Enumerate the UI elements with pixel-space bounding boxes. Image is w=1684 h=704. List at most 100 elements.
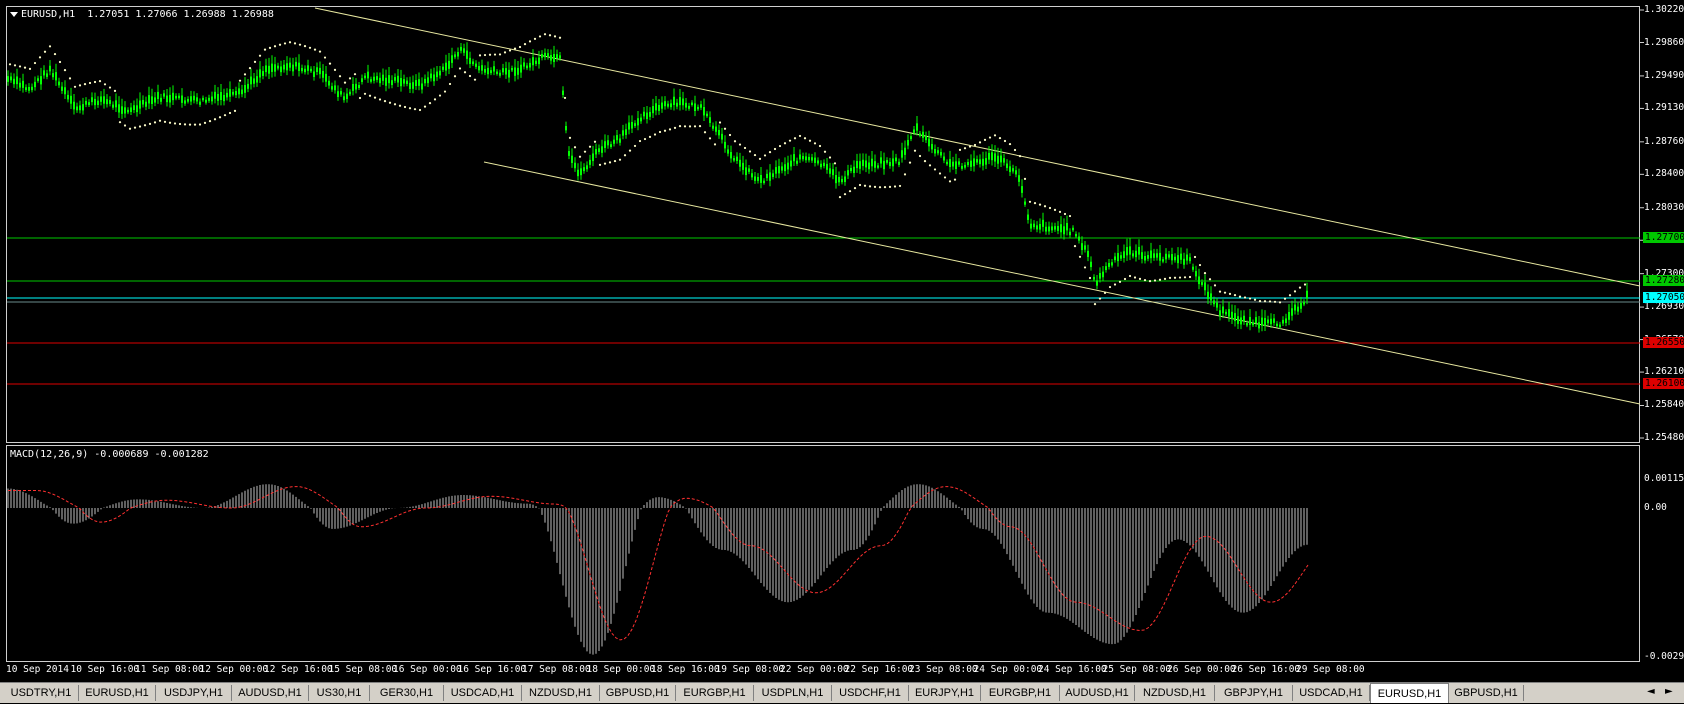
symbol-tab[interactable]: AUDUSD,H1 bbox=[232, 685, 309, 701]
candle-body bbox=[487, 67, 489, 75]
candle-body bbox=[1015, 170, 1017, 175]
candle-body bbox=[355, 83, 357, 90]
candle-body bbox=[295, 61, 297, 67]
candle-body bbox=[1171, 254, 1173, 261]
sar-dot bbox=[1203, 271, 1207, 275]
symbol-tab[interactable]: USDJPY,H1 bbox=[156, 685, 232, 701]
candle-body bbox=[400, 78, 402, 87]
tab-scroll-right-icon[interactable]: ► bbox=[1665, 686, 1673, 697]
sar-dot bbox=[743, 146, 747, 150]
candle-body bbox=[79, 105, 81, 111]
candle-body bbox=[1240, 317, 1242, 325]
sar-dot bbox=[998, 136, 1002, 140]
time-axis-label: 16 Sep 16:00 bbox=[457, 664, 527, 675]
symbol-tab[interactable]: US30,H1 bbox=[309, 685, 370, 701]
time-axis-label: 23 Sep 08:00 bbox=[909, 664, 978, 675]
candle-body bbox=[967, 162, 969, 166]
sar-dot bbox=[1133, 276, 1137, 279]
sar-dot bbox=[953, 178, 957, 181]
sar-dot bbox=[648, 135, 652, 138]
candle-body bbox=[709, 117, 711, 123]
candle-body bbox=[682, 98, 684, 106]
candle-body bbox=[565, 126, 567, 131]
candle-body bbox=[913, 129, 915, 133]
sar-dot bbox=[1053, 208, 1057, 212]
candle-body bbox=[10, 76, 12, 81]
symbol-tab[interactable]: NZDUSD,H1 bbox=[1135, 685, 1215, 701]
sar-dot bbox=[1258, 300, 1262, 303]
candle-body bbox=[1069, 231, 1071, 236]
symbol-tab[interactable]: GBPJPY,H1 bbox=[1215, 685, 1293, 701]
candle-body bbox=[517, 67, 519, 75]
channel-lower-line bbox=[483, 161, 1641, 405]
candle-body bbox=[808, 156, 810, 161]
candle-body bbox=[976, 159, 978, 163]
candle-body bbox=[1057, 225, 1059, 231]
candle-body bbox=[76, 106, 78, 111]
sar-dot bbox=[58, 60, 62, 64]
sar-dot bbox=[1078, 255, 1082, 258]
sar-dot bbox=[1008, 142, 1012, 146]
candle-body bbox=[1237, 316, 1239, 324]
candle-body bbox=[1126, 247, 1128, 256]
symbol-tab[interactable]: USDCHF,H1 bbox=[832, 685, 909, 701]
sar-dot bbox=[438, 94, 442, 97]
candle-body bbox=[508, 69, 510, 78]
candle-body bbox=[1027, 214, 1029, 220]
time-axis-label: 11 Sep 08:00 bbox=[135, 664, 204, 675]
candle-body bbox=[604, 141, 606, 148]
sar-dot bbox=[288, 41, 292, 44]
time-axis-label: 18 Sep 00:00 bbox=[586, 664, 656, 675]
symbol-tab[interactable]: EURUSD,H1 bbox=[79, 685, 156, 701]
candle-body bbox=[877, 165, 879, 168]
sar-dot bbox=[823, 150, 827, 153]
tab-scroll-left-icon[interactable]: ◄ bbox=[1647, 686, 1655, 697]
sar-dot bbox=[938, 172, 942, 175]
candle-body bbox=[1018, 175, 1020, 182]
sar-dot bbox=[958, 148, 962, 151]
symbol-tab[interactable]: EURJPY,H1 bbox=[909, 685, 981, 701]
price-axis-label: 1.26210 bbox=[1644, 366, 1684, 378]
candle-body bbox=[811, 157, 813, 161]
candle-body bbox=[151, 96, 153, 105]
sar-dot bbox=[1193, 255, 1197, 259]
candle-body bbox=[1204, 282, 1206, 291]
candle-body bbox=[646, 112, 648, 120]
sar-dot bbox=[113, 89, 117, 92]
symbol-tab[interactable]: EURGBP,H1 bbox=[676, 685, 754, 701]
sar-dot bbox=[553, 35, 557, 38]
dropdown-triangle-icon[interactable] bbox=[10, 11, 18, 17]
candle-body bbox=[1135, 250, 1137, 258]
symbol-tab[interactable]: GER30,H1 bbox=[370, 685, 444, 701]
candle-body bbox=[622, 130, 624, 136]
chart-canvas[interactable] bbox=[0, 0, 1684, 702]
candle-body bbox=[472, 61, 474, 65]
candle-body bbox=[55, 72, 57, 81]
symbol-tab[interactable]: GBPUSD,H1 bbox=[600, 685, 676, 701]
symbol-tab[interactable]: USDCAD,H1 bbox=[1293, 685, 1370, 701]
candle-body bbox=[1111, 262, 1113, 266]
candle-body bbox=[34, 81, 36, 88]
sar-dot bbox=[13, 64, 17, 67]
sar-dot bbox=[23, 66, 27, 69]
symbol-tab[interactable]: EURUSD,H1 bbox=[1370, 683, 1449, 703]
symbol-tab[interactable]: EURGBP,H1 bbox=[981, 685, 1060, 701]
candle-body bbox=[121, 106, 123, 114]
candle-body bbox=[550, 55, 552, 61]
sar-dot bbox=[603, 162, 607, 165]
candle-body bbox=[58, 81, 60, 86]
symbol-tab[interactable]: GBPUSD,H1 bbox=[1449, 685, 1524, 701]
symbol-tab[interactable]: USDTRY,H1 bbox=[4, 685, 79, 701]
candle-body bbox=[544, 52, 546, 58]
symbol-tab[interactable]: USDPLN,H1 bbox=[754, 685, 832, 701]
sar-dot bbox=[243, 73, 247, 76]
symbol-tab[interactable]: AUDUSD,H1 bbox=[1060, 685, 1135, 701]
candle-body bbox=[985, 158, 987, 165]
symbol-tab[interactable]: USDCAD,H1 bbox=[444, 685, 522, 701]
candle-body bbox=[349, 91, 351, 95]
symbol-tab[interactable]: NZDUSD,H1 bbox=[522, 685, 600, 701]
candle-body bbox=[655, 103, 657, 111]
candle-body bbox=[826, 163, 828, 170]
sar-dot bbox=[448, 82, 452, 86]
sar-dot bbox=[303, 45, 307, 48]
